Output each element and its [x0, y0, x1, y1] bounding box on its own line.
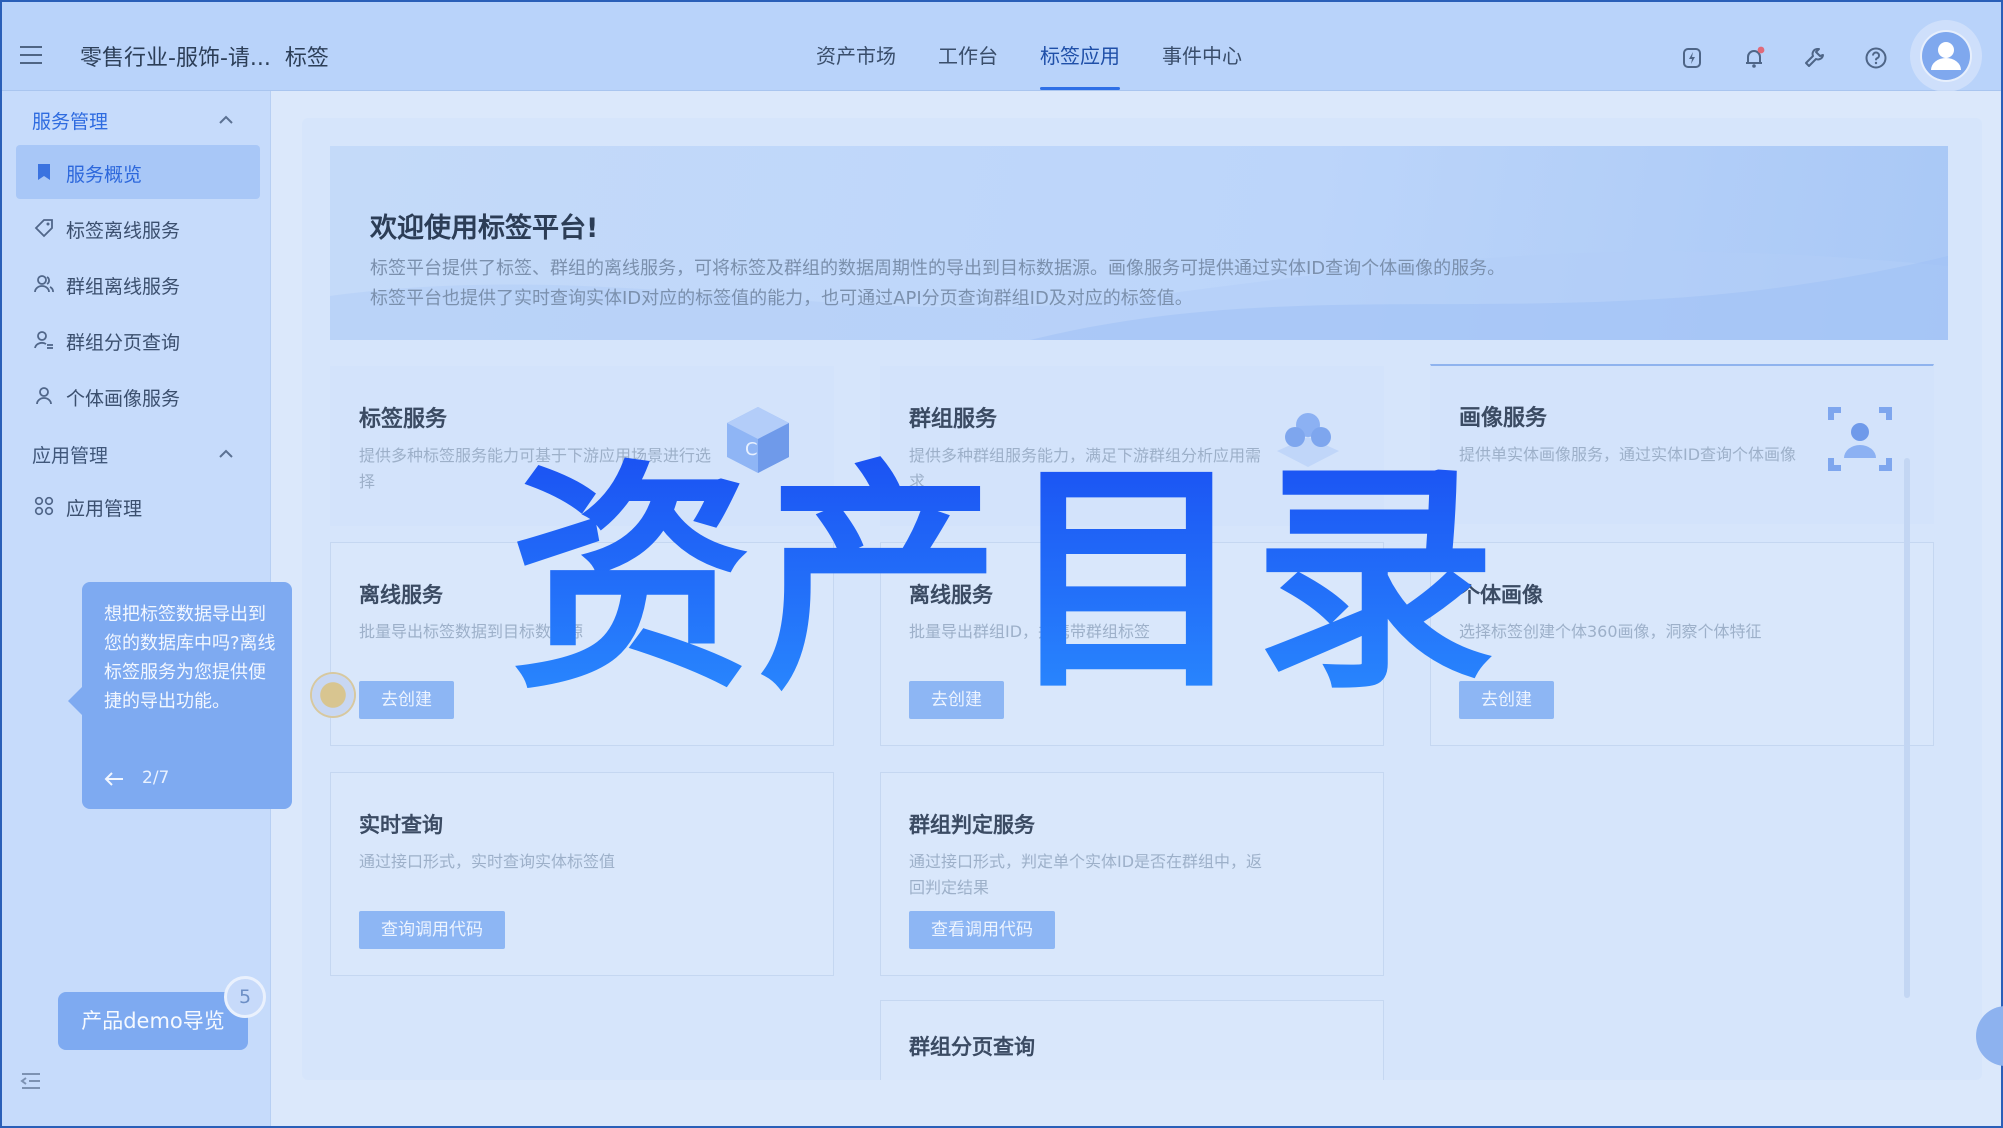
group-judgement-service-card: 群组判定服务 通过接口形式，判定单个实体ID是否在群组中，返回判定结果 查看调用…	[880, 772, 1384, 976]
sidebar-item-group-offline-service[interactable]: 群组离线服务	[16, 257, 260, 311]
chevron-up-icon[interactable]	[218, 115, 234, 125]
group-page-query-card: 群组分页查询	[880, 1000, 1384, 1080]
welcome-banner: 欢迎使用标签平台! 标签平台提供了标签、群组的离线服务，可将标签及群组的数据周期…	[330, 146, 1948, 340]
query-call-code-button[interactable]: 查询调用代码	[359, 911, 505, 949]
app-window: 零售行业-服饰-请... 标签 资产市场 工作台 标签应用 事件中心 服务管理 …	[0, 0, 2003, 1128]
realtime-query-card: 实时查询 通过接口形式，实时查询实体标签值 查询调用代码	[330, 772, 834, 976]
card-description: 提供单实体画像服务，通过实体ID查询个体画像	[1459, 445, 1797, 464]
wrench-icon[interactable]	[1802, 46, 1826, 70]
sidebar-item-tag-offline-service[interactable]: 标签离线服务	[16, 201, 260, 255]
sidebar-item-app-management[interactable]: 应用管理	[16, 479, 260, 533]
arrow-left-icon[interactable]	[104, 772, 124, 786]
bookmark-icon	[38, 164, 50, 180]
banner-description-line-2: 标签平台也提供了实时查询实体ID对应的标签值的能力，也可通过API分页查询群组I…	[370, 288, 1193, 309]
banner-description-line-1: 标签平台提供了标签、群组的离线服务，可将标签及群组的数据周期性的导出到目标数据源…	[370, 258, 1506, 279]
overlay-headline: 资产目录	[510, 442, 1502, 702]
sidebar-item-service-overview[interactable]: 服务概览	[16, 145, 260, 199]
user-search-icon	[34, 331, 53, 349]
sidebar-item-individual-portrait[interactable]: 个体画像服务	[16, 369, 260, 423]
sidebar-group-app-management[interactable]: 应用管理	[32, 441, 108, 468]
tab-event-center[interactable]: 事件中心	[1162, 40, 1242, 69]
bell-icon[interactable]	[1742, 46, 1766, 70]
guide-hotspot[interactable]	[312, 674, 354, 716]
main-scrollbar[interactable]	[1904, 458, 1910, 998]
card-title: 群组判定服务	[909, 813, 1035, 837]
top-bar: 零售行业-服饰-请... 标签 资产市场 工作台 标签应用 事件中心	[2, 2, 2001, 91]
users-icon	[34, 275, 54, 293]
card-title: 离线服务	[359, 583, 443, 607]
create-offline-tag-button[interactable]: 去创建	[359, 681, 454, 719]
menu-icon[interactable]	[20, 46, 42, 64]
portrait-frame-illustration-icon	[1828, 407, 1892, 471]
sidebar-item-group-page-query[interactable]: 群组分页查询	[16, 313, 260, 367]
breadcrumb: 零售行业-服饰-请... 标签	[80, 40, 329, 72]
tab-asset-market[interactable]: 资产市场	[816, 40, 896, 69]
avatar[interactable]	[1920, 30, 1972, 82]
card-title: 群组分页查询	[909, 1035, 1035, 1059]
card-title: 画像服务	[1459, 406, 1548, 431]
sidebar-group-service-management[interactable]: 服务管理	[32, 107, 108, 134]
collapse-sidebar-icon[interactable]	[20, 1072, 42, 1090]
guide-tooltip-text: 想把标签数据导出到您的数据库中吗?离线标签服务为您提供便捷的导出功能。	[104, 604, 276, 712]
lightning-icon[interactable]	[1680, 46, 1704, 70]
user-avatar-icon	[1922, 32, 1970, 80]
card-description: 选择标签创建个体360画像，洞察个体特征	[1459, 622, 1762, 641]
card-description: 通过接口形式，判定单个实体ID是否在群组中，返回判定结果	[909, 852, 1263, 897]
sidebar-item-label: 群组离线服务	[66, 276, 181, 298]
breadcrumb-current: 标签	[284, 46, 329, 71]
guide-tooltip: 想把标签数据导出到您的数据库中吗?离线标签服务为您提供便捷的导出功能。 2/7	[68, 582, 292, 809]
grid-icon	[34, 496, 54, 516]
product-demo-guide-button[interactable]: 产品demo导览	[58, 992, 248, 1050]
tag-icon	[34, 219, 53, 238]
card-description: 通过接口形式，实时查询实体标签值	[359, 852, 616, 871]
banner-title: 欢迎使用标签平台!	[370, 213, 599, 244]
card-title: 群组服务	[909, 407, 998, 432]
tab-tag-application[interactable]: 标签应用	[1040, 40, 1120, 90]
sidebar-item-label: 群组分页查询	[66, 332, 181, 354]
help-icon[interactable]	[1864, 46, 1888, 70]
user-icon	[36, 387, 52, 405]
guide-step-counter: 2/7	[142, 768, 170, 788]
card-title: 实时查询	[359, 813, 443, 837]
sidebar-item-label: 服务概览	[66, 164, 143, 186]
tab-workbench[interactable]: 工作台	[938, 40, 998, 69]
demo-count-badge: 5	[224, 976, 266, 1018]
overlay-headline-text: 资产目录	[510, 442, 1502, 702]
sidebar-item-label: 个体画像服务	[66, 388, 181, 410]
sidebar-item-label: 应用管理	[66, 498, 143, 520]
sidebar-item-label: 标签离线服务	[66, 220, 181, 242]
view-call-code-button[interactable]: 查看调用代码	[909, 911, 1055, 949]
card-title: 标签服务	[359, 407, 448, 432]
breadcrumb-project[interactable]: 零售行业-服饰-请...	[80, 46, 271, 71]
chevron-up-icon[interactable]	[218, 449, 234, 459]
